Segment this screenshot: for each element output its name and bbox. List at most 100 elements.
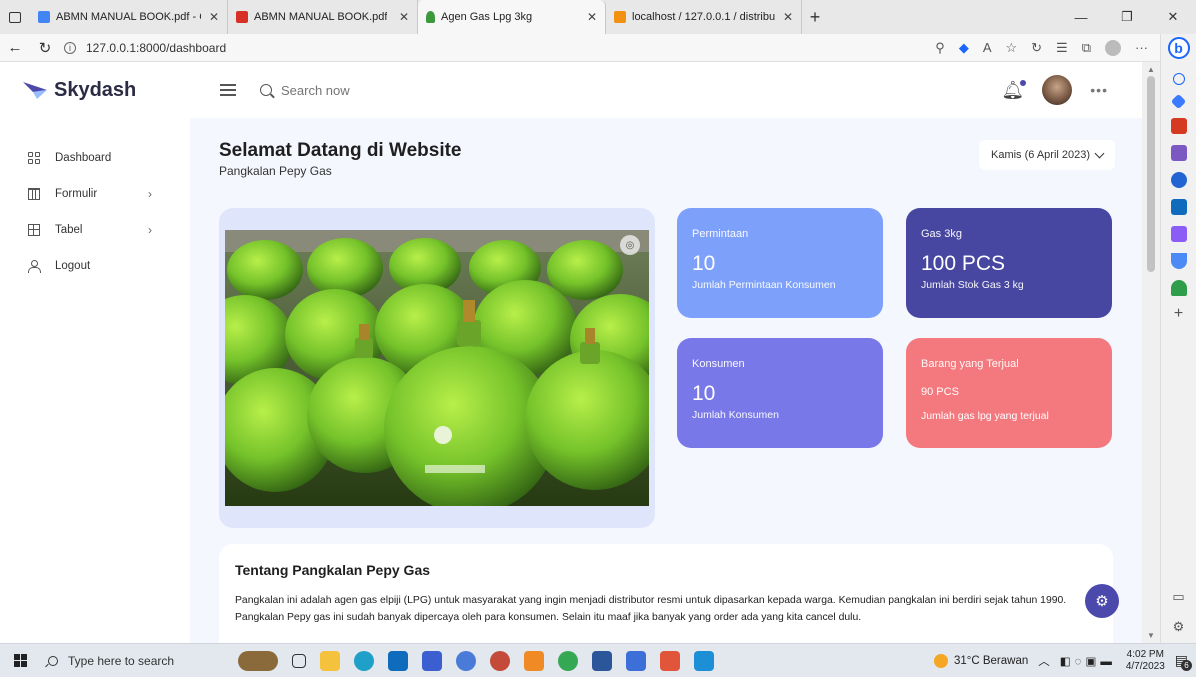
app-icon-2[interactable] (456, 650, 476, 671)
close-tab-icon[interactable]: ✕ (579, 10, 597, 24)
sidebar-item-tabel[interactable]: Tabel › (0, 212, 190, 248)
app-icon-1[interactable] (422, 650, 442, 671)
browser-tab-4[interactable]: localhost / 127.0.0.1 / distribusi_l ✕ (606, 0, 802, 34)
mail-icon[interactable] (388, 650, 408, 671)
edge-browser-icon[interactable] (354, 650, 374, 671)
tab-title: ABMN MANUAL BOOK.pdf - Goo (56, 11, 201, 23)
close-tab-icon[interactable]: ✕ (201, 10, 219, 24)
scrollbar-thumb[interactable] (1147, 76, 1155, 272)
read-aloud-icon[interactable]: A (983, 40, 992, 55)
refresh-extension-icon[interactable]: ↻ (1031, 40, 1042, 56)
info-icon[interactable]: i (64, 41, 76, 54)
shopping-icon[interactable] (1170, 93, 1187, 110)
settings-icon[interactable]: ⚙ (1172, 619, 1185, 635)
taskbar-search-placeholder: Type here to search (68, 653, 175, 668)
notification-bell-icon[interactable]: 🔔︎ (1001, 79, 1027, 101)
refresh-icon[interactable]: ↻ (30, 39, 60, 57)
chrome-icon[interactable] (558, 650, 578, 671)
minimize-icon[interactable]: — (1058, 0, 1104, 34)
browser-tab-3[interactable]: Agen Gas Lpg 3kg ✕ (418, 0, 606, 34)
designer-icon[interactable] (1170, 226, 1187, 242)
stat-label: Gas 3kg (921, 228, 962, 240)
vscode-icon[interactable] (694, 650, 714, 671)
sidebar-item-formulir[interactable]: Formulir › (0, 176, 190, 212)
key-icon[interactable]: ⚲ (935, 40, 945, 56)
tray-icons[interactable]: ◧◌▣▬ (1060, 654, 1116, 668)
start-button[interactable] (0, 654, 40, 667)
search-icon[interactable] (1172, 73, 1185, 85)
system-tray: 31°C Berawan ︿ ◧◌▣▬ 4:02 PM 4/7/2023 ▤ 6 (933, 649, 1196, 673)
page-title: Selamat Datang di Website (219, 140, 462, 161)
bing-copilot-icon[interactable]: b (1167, 37, 1190, 59)
about-title: Tentang Pangkalan Pepy Gas (235, 562, 431, 578)
tab-actions-button[interactable] (0, 0, 30, 34)
settings-fab[interactable]: ⚙ (1085, 584, 1119, 618)
sidebar-item-label: Logout (55, 260, 91, 272)
sidebar-item-label: Dashboard (55, 152, 112, 164)
task-view-icon[interactable] (292, 653, 306, 668)
sidebar-item-dashboard[interactable]: Dashboard (0, 140, 190, 176)
split-screen-icon[interactable]: ▭ (1172, 589, 1184, 605)
search-input[interactable] (281, 82, 481, 98)
stat-value: 90 PCS (921, 386, 959, 398)
tray-chevron-icon[interactable]: ︿ (1038, 653, 1050, 669)
brand[interactable]: Skydash (0, 79, 190, 102)
new-tab-button[interactable]: + (802, 0, 828, 34)
page-scrollbar[interactable]: ▲ ▼ (1142, 62, 1160, 643)
clock[interactable]: 4:02 PM 4/7/2023 (1126, 649, 1165, 673)
date-dropdown[interactable]: Kamis (6 April 2023) (979, 140, 1116, 170)
profile-icon[interactable] (1105, 39, 1121, 56)
scroll-up-icon[interactable]: ▲ (1147, 65, 1155, 74)
search-icon (260, 84, 272, 96)
pdf-icon (236, 11, 248, 23)
back-icon[interactable]: ← (0, 39, 30, 56)
notification-center-icon[interactable]: ▤ 6 (1175, 652, 1192, 671)
visual-search-icon[interactable]: ◎ (620, 235, 640, 255)
widgets-icon[interactable] (238, 650, 278, 671)
stat-description: Jumlah gas lpg yang terjual (921, 410, 1049, 422)
favorite-star-icon[interactable]: ☆ (1005, 40, 1017, 56)
tools-icon[interactable] (1170, 118, 1187, 134)
stat-description: Jumlah Konsumen (692, 409, 779, 421)
word-icon[interactable] (592, 650, 612, 671)
collections-icon[interactable]: ⧉ (1082, 40, 1091, 56)
app-icon-5[interactable] (626, 650, 646, 671)
games-icon[interactable] (1170, 145, 1187, 161)
drop-icon[interactable] (1170, 253, 1187, 269)
taskbar-search[interactable]: Type here to search (40, 644, 200, 677)
stat-card-barang-terjual: Barang yang Terjual 90 PCS Jumlah gas lp… (906, 338, 1112, 448)
url-field[interactable]: i 127.0.0.1:8000/dashboard (60, 37, 820, 59)
date-text: Kamis (6 April 2023) (991, 149, 1091, 161)
weather-widget[interactable]: 31°C Berawan (933, 653, 1028, 668)
grid-icon (28, 152, 40, 164)
app-icon-4[interactable] (524, 650, 544, 671)
close-window-icon[interactable]: ✕ (1150, 0, 1196, 34)
sidebar-item-logout[interactable]: Logout (0, 248, 190, 284)
more-icon[interactable]: ••• (1090, 82, 1108, 98)
browser-tab-1[interactable]: ABMN MANUAL BOOK.pdf - Goo ✕ (30, 0, 228, 34)
table-icon (28, 224, 40, 236)
browser-tab-2[interactable]: ABMN MANUAL BOOK.pdf ✕ (228, 0, 418, 34)
microsoft-365-icon[interactable] (1170, 172, 1187, 188)
app-icon-3[interactable] (490, 650, 510, 671)
close-tab-icon[interactable]: ✕ (391, 10, 409, 24)
close-tab-icon[interactable]: ✕ (775, 10, 793, 24)
more-options-icon[interactable]: ··· (1135, 40, 1148, 55)
shopping-tag-icon[interactable]: ◆ (959, 40, 969, 56)
notification-dot (1020, 79, 1027, 86)
restore-icon[interactable]: ❐ (1104, 0, 1150, 34)
scroll-down-icon[interactable]: ▼ (1147, 631, 1155, 640)
tree-icon[interactable] (1170, 280, 1187, 296)
app-icon-6[interactable] (660, 650, 680, 671)
add-icon[interactable]: + (1171, 306, 1187, 323)
sidebar: Dashboard Formulir › Tabel › Logout (0, 118, 190, 643)
about-card: Tentang Pangkalan Pepy Gas Pangkalan ini… (219, 544, 1113, 643)
phpmyadmin-icon (614, 11, 626, 23)
menu-toggle-icon[interactable] (220, 84, 236, 96)
favorites-icon[interactable]: ☰ (1056, 40, 1068, 56)
nav-right: 🔔︎ ••• (1001, 75, 1142, 105)
outlook-icon[interactable] (1170, 199, 1187, 215)
avatar[interactable] (1042, 75, 1073, 105)
windows-taskbar: Type here to search 31°C Berawan ︿ ◧◌▣▬ … (0, 643, 1196, 677)
file-explorer-icon[interactable] (320, 650, 340, 671)
